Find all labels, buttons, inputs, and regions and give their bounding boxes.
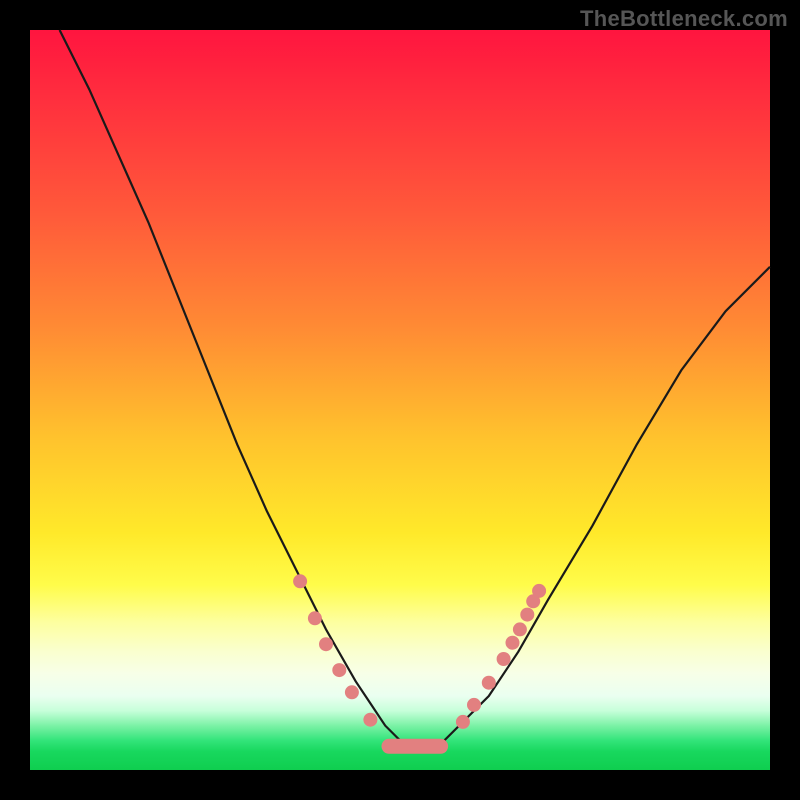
curve-marker-dot — [308, 611, 322, 625]
watermark-text: TheBottleneck.com — [580, 6, 788, 32]
plot-area — [30, 30, 770, 770]
curve-marker-dot — [293, 574, 307, 588]
curve-marker-dot — [532, 584, 546, 598]
curve-marker-dot — [497, 652, 511, 666]
curve-marker-dot — [332, 663, 346, 677]
curve-marker-dot — [319, 637, 333, 651]
curve-marker-dot — [482, 676, 496, 690]
curve-marker-dot — [345, 685, 359, 699]
curve-marker-dot — [456, 715, 470, 729]
curve-marker-dot — [363, 713, 377, 727]
bottleneck-curve-line — [60, 30, 770, 748]
curve-markers — [293, 574, 546, 754]
chart-container: TheBottleneck.com — [0, 0, 800, 800]
curve-marker-dot — [513, 622, 527, 636]
curve-marker-dot — [520, 608, 534, 622]
curve-marker-dot — [467, 698, 481, 712]
curve-svg — [30, 30, 770, 770]
curve-marker-pill — [382, 739, 449, 754]
curve-marker-dot — [506, 636, 520, 650]
